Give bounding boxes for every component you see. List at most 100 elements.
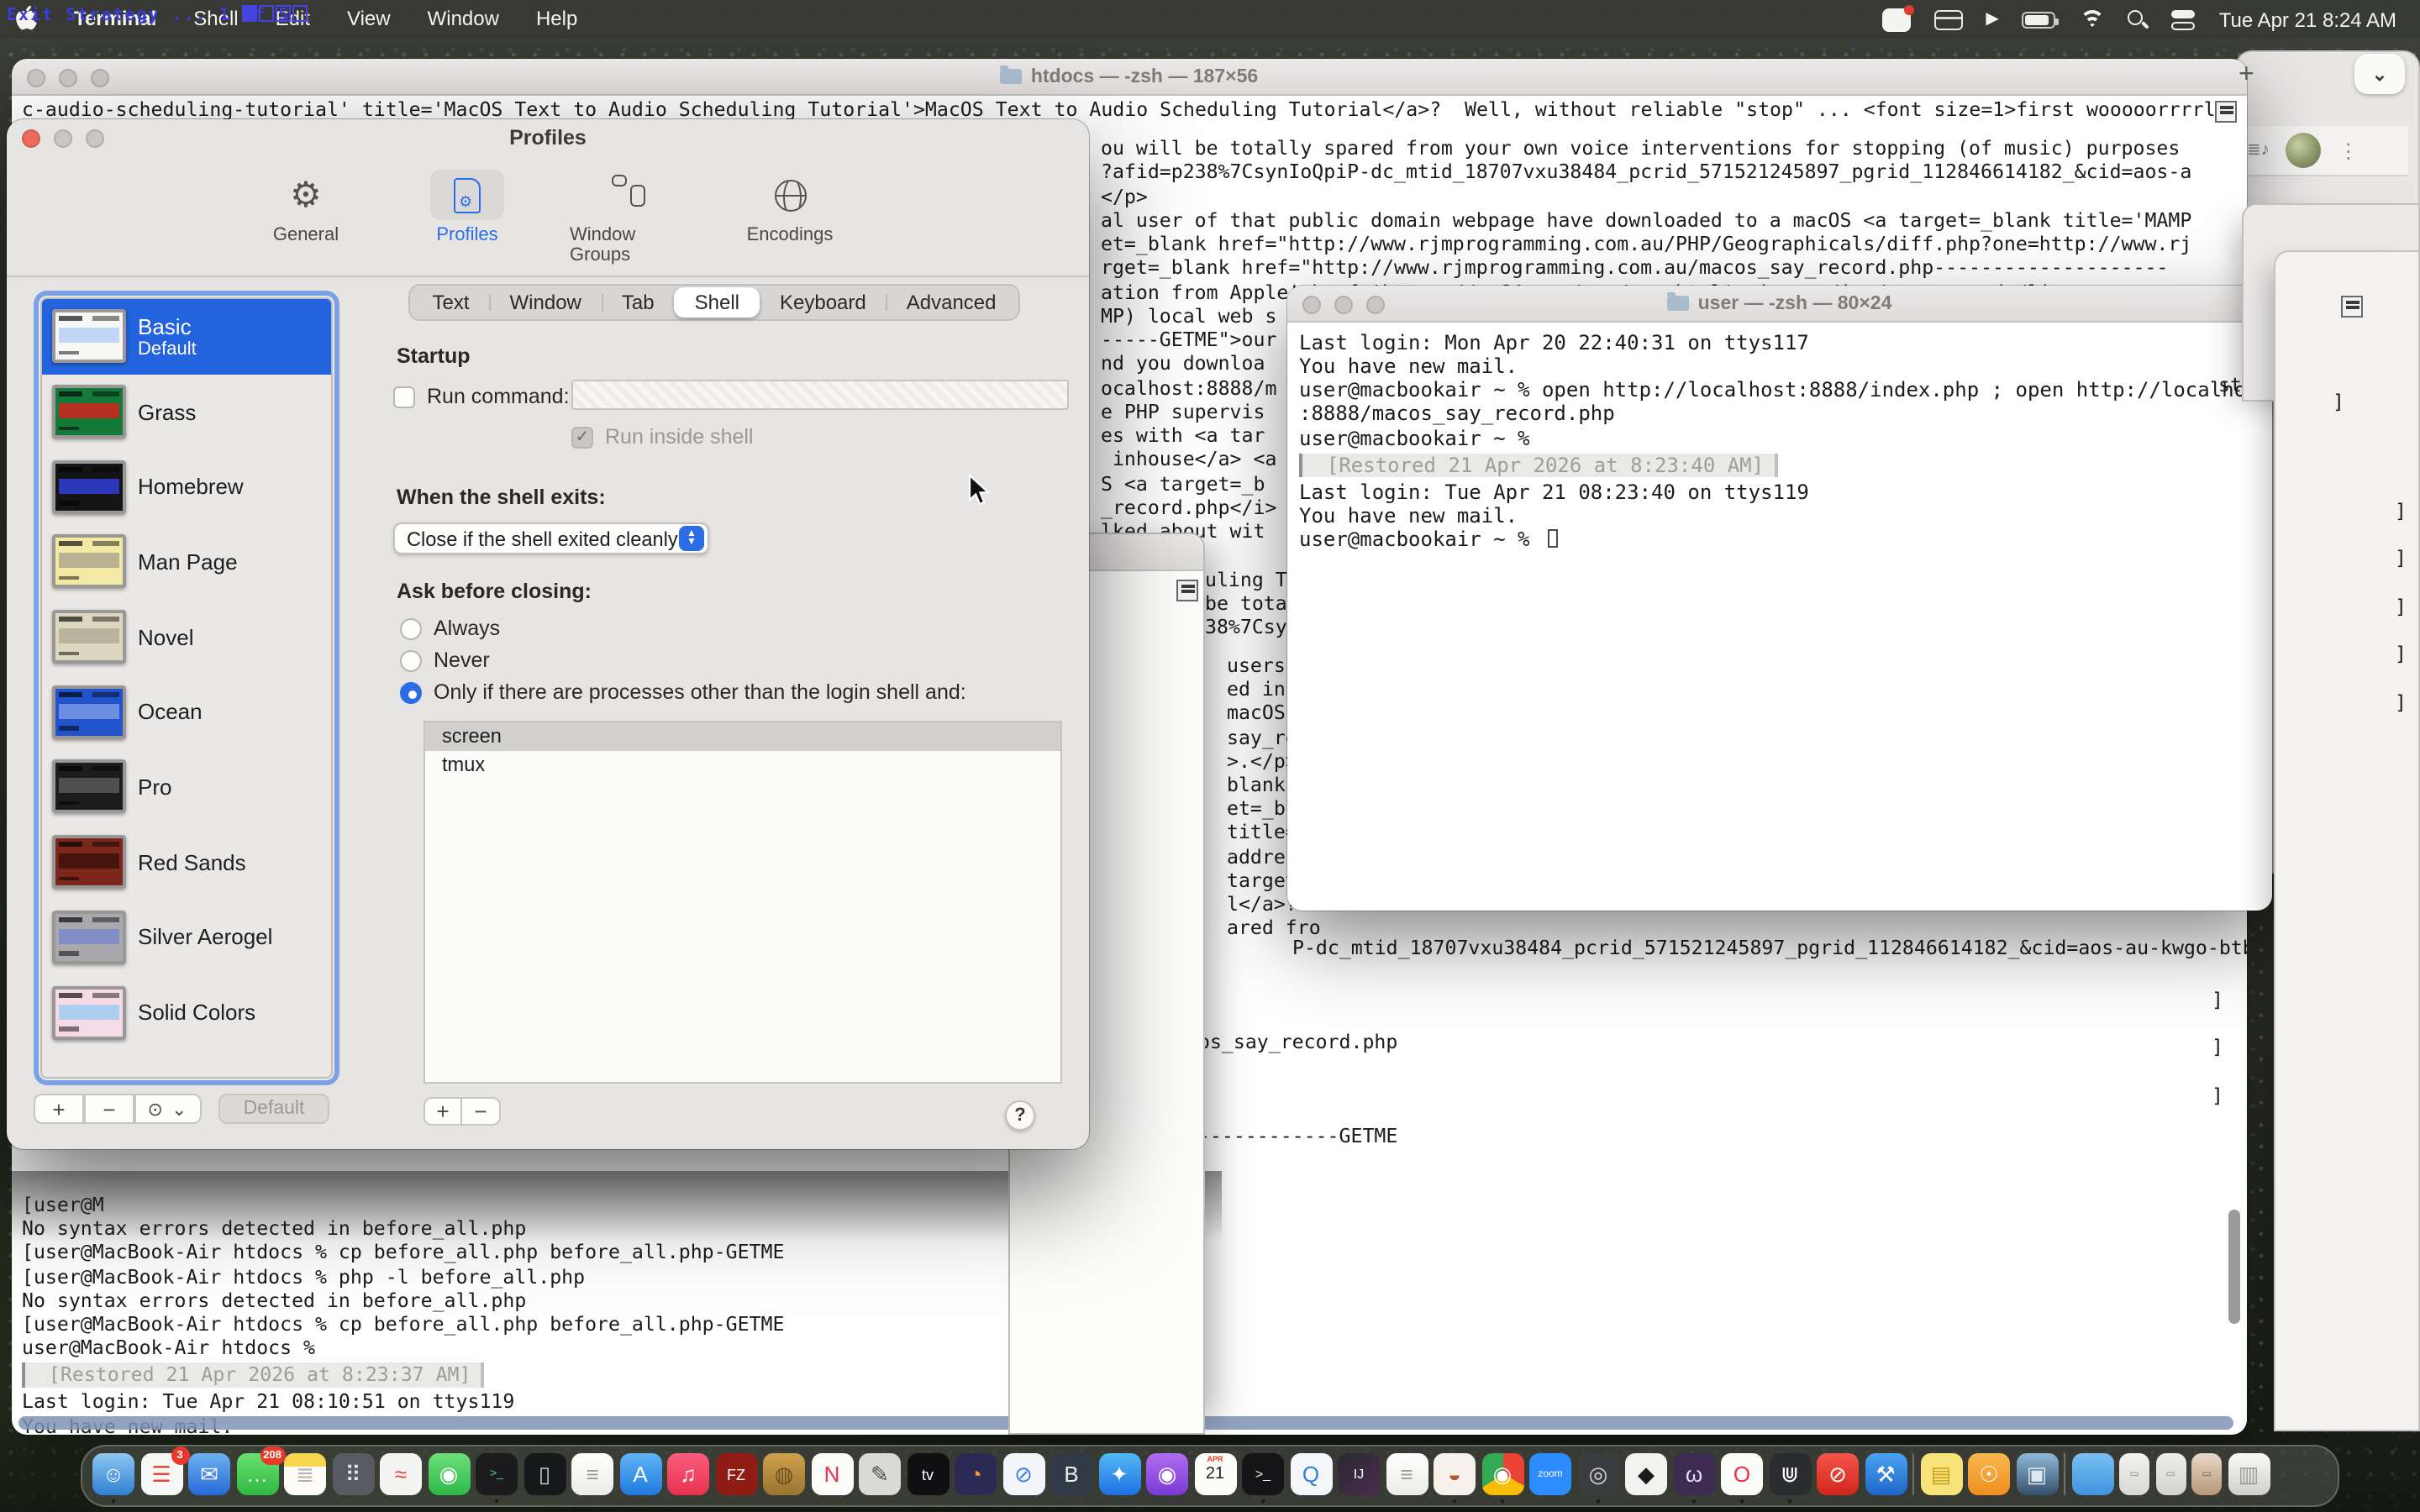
dock-item[interactable]: ☺ ● [92, 1453, 134, 1495]
profile-row[interactable]: Silver Aerogel [42, 900, 331, 974]
toolbar-item-profiles[interactable]: Profiles [408, 170, 526, 265]
menu-item[interactable]: View [329, 0, 409, 39]
keyboard-menulet-icon[interactable] [1933, 9, 1962, 29]
dock-item[interactable]: ◉ ● [1481, 1453, 1523, 1495]
dock-item[interactable]: ▭ [2119, 1453, 2149, 1495]
dock-item[interactable]: ⚒ [1865, 1453, 1907, 1495]
dock-item[interactable]: ◒ ● [1434, 1453, 1476, 1495]
profile-row[interactable]: Pro [42, 749, 331, 824]
dock-item[interactable]: ⊘ [1002, 1453, 1044, 1495]
menu-item[interactable]: Help [518, 0, 596, 39]
radio-only-if-processes[interactable] [400, 681, 422, 703]
htdocs-traffic-lights[interactable] [27, 69, 109, 87]
stacked-window[interactable] [2274, 250, 2420, 1431]
zoom-button[interactable] [91, 69, 109, 87]
dock-item[interactable]: O ● [1721, 1453, 1763, 1495]
help-button[interactable]: ? [1005, 1100, 1035, 1131]
dock-item[interactable] [1912, 1453, 1914, 1495]
tab-overview-button[interactable]: ⌄ [2354, 54, 2405, 94]
minimize-button[interactable] [54, 129, 72, 148]
dock-item[interactable]: >_ ● [476, 1453, 518, 1495]
dock-item[interactable]: FZ [715, 1453, 757, 1495]
settings-tab[interactable]: Text [413, 287, 490, 318]
dock-item[interactable]: zoom [1529, 1453, 1571, 1495]
control-center-icon[interactable] [2172, 9, 2196, 29]
profile-row[interactable]: Grass [42, 374, 331, 449]
settings-tab[interactable]: Shell [675, 287, 760, 318]
dock-item[interactable]: ✦ [1098, 1453, 1140, 1495]
notification-app-icon[interactable] [1881, 8, 1910, 31]
dock-item[interactable]: ◎ ● [1577, 1453, 1619, 1495]
minimize-button[interactable] [1334, 296, 1353, 314]
user-titlebar[interactable]: user — -zsh — 80×24 [1287, 286, 2272, 323]
dock-item[interactable]: ◉ [1146, 1453, 1188, 1495]
dock-item[interactable]: ▥ [2228, 1453, 2270, 1495]
radio-always[interactable] [400, 617, 422, 639]
user-terminal-content[interactable]: Last login: Mon Apr 20 22:40:31 on ttys1… [1287, 323, 2272, 911]
dock-item[interactable]: ◍ [763, 1453, 805, 1495]
dock-item[interactable] [2064, 1453, 2065, 1495]
profile-row[interactable]: Novel [42, 600, 331, 675]
more-actions-button[interactable]: ⊙ ⌄ [134, 1094, 202, 1124]
dock-item[interactable]: ▤ [1920, 1453, 1962, 1495]
shell-exit-dropdown[interactable]: Close if the shell exited cleanly ▲▼ [393, 522, 709, 554]
wifi-icon[interactable] [2080, 10, 2105, 29]
dock-item[interactable]: ≈ [380, 1453, 422, 1495]
zoom-button[interactable] [1366, 296, 1385, 314]
dock-item[interactable]: ⠿ [332, 1453, 374, 1495]
settings-tab[interactable]: Keyboard [760, 287, 886, 318]
profiles-preferences-window[interactable]: Profiles ⚙ General Profiles Window Group… [7, 119, 1089, 1149]
settings-tab[interactable]: Tab [602, 287, 675, 318]
battery-icon[interactable] [2023, 11, 2056, 28]
dock-item[interactable]: B [1050, 1453, 1092, 1495]
profiles-titlebar[interactable]: Profiles [7, 119, 1089, 156]
run-command-checkbox[interactable] [393, 386, 415, 407]
dock-item[interactable]: >_ ● [1242, 1453, 1284, 1495]
dock-item[interactable]: ≡ [1386, 1453, 1428, 1495]
dock-item[interactable]: ◆ [1625, 1453, 1667, 1495]
profile-row[interactable]: Homebrew [42, 449, 331, 524]
dock-item[interactable]: … 208 [236, 1453, 278, 1495]
profile-row[interactable]: Ocean [42, 675, 331, 749]
dock-item[interactable]: ▣ [2016, 1453, 2058, 1495]
spotlight-search-icon[interactable] [2128, 9, 2149, 29]
dock-item[interactable]: IJ [1338, 1453, 1380, 1495]
terminal-prompt[interactable]: user@macbookair ~ % [1299, 528, 2270, 551]
remove-process-button[interactable]: − [462, 1097, 501, 1126]
user-terminal-window[interactable]: user — -zsh — 80×24 Last login: Mon Apr … [1287, 286, 2272, 911]
dock-item[interactable]: ▭ [2191, 1453, 2222, 1495]
avatar[interactable] [2286, 133, 2322, 168]
dock-item[interactable]: ♫ [667, 1453, 709, 1495]
dock-item[interactable]: ◔ [955, 1453, 997, 1495]
menu-item[interactable]: Window [409, 0, 518, 39]
toolbar-item-general[interactable]: ⚙ General [247, 170, 365, 265]
dock-item[interactable]: ω ● [1673, 1453, 1715, 1495]
process-list-item[interactable]: screen [425, 722, 1060, 750]
profile-row[interactable]: Basic Default [42, 299, 331, 374]
kebab-menu-icon[interactable]: ⋮ [2338, 139, 2359, 162]
dock-item[interactable]: ⋓ ● [1769, 1453, 1811, 1495]
close-button[interactable] [22, 129, 40, 148]
dock-item[interactable]: ◉ [428, 1453, 470, 1495]
process-list[interactable]: screentmux [424, 721, 1062, 1084]
dock-item[interactable]: ⊘ [1817, 1453, 1859, 1495]
htdocs-titlebar[interactable]: htdocs — -zsh — 187×56 [12, 59, 2247, 96]
dock-item[interactable]: Q [1290, 1453, 1332, 1495]
toolbar-item-encodings[interactable]: Encodings [731, 170, 849, 265]
menu-bar-clock[interactable]: Tue Apr 21 8:24 AM [2219, 8, 2396, 31]
profile-list[interactable]: Basic Default Grass [40, 297, 333, 1079]
user-traffic-lights[interactable] [1302, 296, 1385, 314]
close-button[interactable] [27, 69, 45, 87]
settings-tab[interactable]: Advanced [886, 287, 1017, 318]
add-process-button[interactable]: + [424, 1097, 462, 1126]
run-command-field[interactable] [571, 380, 1069, 410]
dock-item[interactable]: ▯ [523, 1453, 566, 1495]
profile-row[interactable]: Red Sands [42, 825, 331, 900]
dock-item[interactable]: APR 21 [1194, 1453, 1236, 1495]
remove-profile-button[interactable]: − [84, 1094, 134, 1124]
profile-row[interactable]: Man Page [42, 524, 331, 599]
run-inside-shell-checkbox[interactable]: ✓ [571, 426, 593, 448]
dock-item[interactable]: ≡ [571, 1453, 613, 1495]
dock-item[interactable]: ✎ [859, 1453, 901, 1495]
playback-menulet-icon[interactable]: ▶ [1986, 10, 1998, 29]
